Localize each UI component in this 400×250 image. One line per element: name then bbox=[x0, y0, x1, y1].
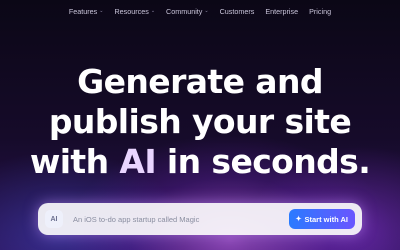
hero-line-2: publish your site bbox=[48, 102, 352, 141]
hero-line-3: with AI in seconds. bbox=[0, 142, 400, 182]
chevron-down-icon: ⌄ bbox=[150, 8, 156, 14]
chevron-down-icon: ⌄ bbox=[204, 8, 209, 14]
start-with-ai-label: Start with AI bbox=[304, 214, 348, 224]
ai-badge-icon: AI bbox=[45, 210, 63, 228]
hero-line-3-end: in seconds. bbox=[156, 142, 371, 181]
nav-pricing-label: Pricing bbox=[309, 6, 332, 16]
sparkle-icon: ✦ bbox=[295, 216, 302, 223]
nav-enterprise-label: Enterprise bbox=[265, 6, 299, 16]
prompt-bar: AI ✦ Start with AI bbox=[38, 203, 362, 235]
nav-resources-label: Resources bbox=[114, 6, 149, 16]
nav-features[interactable]: Features ⌄ bbox=[69, 7, 104, 16]
hero-ai-word: AI bbox=[119, 142, 157, 181]
nav-resources[interactable]: Resources ⌄ bbox=[114, 7, 155, 16]
nav-enterprise[interactable]: Enterprise bbox=[265, 7, 298, 16]
chevron-down-icon: ⌄ bbox=[99, 8, 104, 14]
hero-headline: Generate and publish your site with AI i… bbox=[0, 62, 400, 182]
nav-features-label: Features bbox=[68, 6, 98, 16]
hero-line-3-start: with bbox=[29, 142, 120, 181]
nav-customers[interactable]: Customers bbox=[220, 7, 255, 16]
nav-community-label: Community bbox=[166, 6, 203, 16]
top-nav: Features ⌄ Resources ⌄ Community ⌄ Custo… bbox=[0, 0, 400, 22]
nav-pricing[interactable]: Pricing bbox=[309, 7, 331, 16]
nav-customers-label: Customers bbox=[219, 6, 255, 16]
start-with-ai-button[interactable]: ✦ Start with AI bbox=[288, 209, 355, 229]
hero-line-1: Generate and bbox=[77, 62, 323, 101]
prompt-input[interactable] bbox=[71, 213, 289, 225]
nav-community[interactable]: Community ⌄ bbox=[166, 7, 209, 16]
